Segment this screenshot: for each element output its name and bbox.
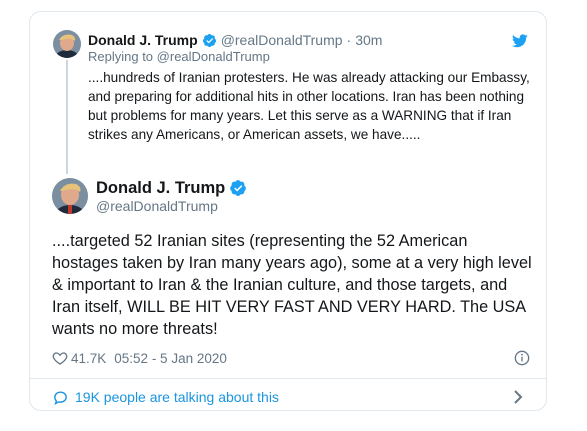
embedded-tweet-card: Donald J. Trump @realDonaldTrump · 30m R… [29, 11, 547, 411]
like-button[interactable]: 41.7K [52, 350, 106, 366]
thread-connector-line [66, 60, 68, 174]
heart-icon [52, 352, 68, 365]
tweet-meta-row: 41.7K 05:52 - 5 Jan 2020 [52, 348, 530, 368]
talking-text: 19K people are talking about this [75, 389, 279, 405]
header-separator: · [346, 32, 352, 48]
main-author-handle[interactable]: @realDonaldTrump [96, 198, 218, 214]
chevron-right-icon[interactable] [512, 390, 530, 404]
parent-author-name[interactable]: Donald J. Trump [88, 32, 198, 48]
comment-bubble-icon [54, 390, 67, 405]
parent-author-handle[interactable]: @realDonaldTrump [221, 32, 343, 48]
main-author-name[interactable]: Donald J. Trump [96, 179, 225, 198]
main-author-avatar[interactable] [52, 178, 88, 214]
replying-to-line: Replying to @realDonaldTrump [88, 49, 270, 64]
like-count: 41.7K [71, 350, 107, 366]
parent-author-avatar[interactable] [53, 30, 81, 58]
tweet-timestamp[interactable]: 05:52 - 5 Jan 2020 [114, 351, 227, 366]
conversation-link[interactable]: 19K people are talking about this [52, 387, 530, 407]
main-tweet-text: ....targeted 52 Iranian sites (represent… [52, 232, 532, 338]
parent-tweet-time[interactable]: 30m [355, 32, 382, 48]
main-author-name-row: Donald J. Trump [96, 178, 251, 198]
info-icon[interactable] [514, 350, 530, 366]
twitter-bird-icon[interactable] [512, 34, 528, 48]
card-divider [30, 378, 546, 379]
parent-tweet-header: Donald J. Trump @realDonaldTrump · 30m [88, 31, 382, 49]
parent-tweet-text: ....hundreds of Iranian protesters. He w… [88, 70, 530, 142]
replying-prefix: Replying to [88, 49, 154, 64]
verified-badge-icon [229, 179, 247, 197]
verified-badge-icon [202, 33, 217, 48]
replying-handle-link[interactable]: @realDonaldTrump [157, 49, 270, 64]
